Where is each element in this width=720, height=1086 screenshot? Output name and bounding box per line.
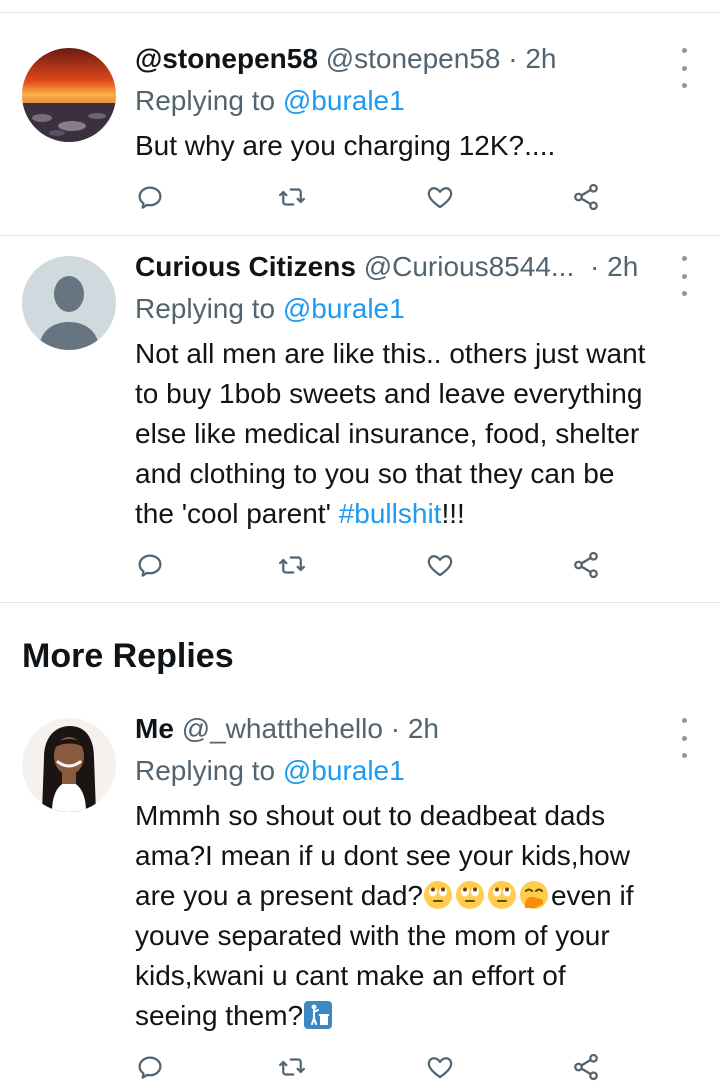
tweet-text-fragment: the 'cool parent': [135, 498, 339, 529]
reply-icon: [138, 554, 162, 577]
share-button[interactable]: [571, 182, 605, 216]
reply-icon: [138, 186, 162, 209]
like-icon: [427, 187, 453, 209]
tweet-text-fragment: even if: [550, 880, 634, 911]
replying-to: Replying to @burale1: [135, 84, 405, 118]
litter-in-bin-emoji-icon: [303, 1000, 333, 1030]
user-handle[interactable]: @stonepen58: [326, 43, 501, 74]
tweet-actions: [135, 1052, 615, 1086]
mention-link[interactable]: @burale1: [283, 293, 405, 324]
timestamp[interactable]: 2h: [525, 43, 556, 74]
reply-button[interactable]: [135, 182, 169, 216]
replying-to: Replying to @burale1: [135, 292, 405, 326]
retweet-button[interactable]: [277, 182, 311, 216]
replying-to-label: Replying to: [135, 755, 276, 786]
tweet-text-line: the 'cool parent' #bullshit!!!: [135, 494, 705, 534]
tweet-divider: [0, 235, 720, 236]
tweet-curious-citizens[interactable]: Curious Citizens @Curious8544... · 2h Re…: [0, 248, 720, 600]
avatar[interactable]: [22, 48, 116, 142]
tweet-me[interactable]: Me @_whatthehello · 2h Replying to @bura…: [0, 710, 720, 1081]
tweet-text-line: else like medical insurance, food, shelt…: [135, 418, 640, 449]
tweet-text: But why are you charging 12K?....: [135, 126, 705, 166]
tweet-text-line: seeing them?: [135, 996, 705, 1036]
rolling-eyes-emoji-icon: [455, 880, 485, 910]
tweet-text-line: and clothing to you so that they can be: [135, 458, 615, 489]
tweet-text-fragment: are you a present dad?: [135, 880, 423, 911]
more-icon[interactable]: [674, 718, 694, 758]
tweet-text-line: Not all men are like this.. others just …: [135, 338, 646, 369]
tweet-stonepen58[interactable]: @stonepen58 @stonepen58 · 2h Replying to…: [0, 40, 720, 235]
tweet-text-line: to buy 1bob sweets and leave everything: [135, 378, 643, 409]
timestamp[interactable]: 2h: [607, 251, 638, 282]
separator-dot: ·: [508, 43, 518, 74]
replying-to-label: Replying to: [135, 293, 276, 324]
tweet-text-line: Mmmh so shout out to deadbeat dads: [135, 800, 606, 831]
hand-over-mouth-emoji-icon: [519, 880, 549, 910]
separator-dot: ·: [390, 713, 401, 744]
tweet-actions: [135, 550, 615, 584]
like-button[interactable]: [425, 1052, 459, 1086]
tweet-actions: [135, 182, 615, 216]
retweet-button[interactable]: [277, 1052, 311, 1086]
tweet-text-fragment: seeing them?: [135, 1000, 304, 1031]
share-icon: [574, 183, 598, 211]
more-replies-heading: More Replies: [22, 637, 234, 675]
tweet-header: Curious Citizens @Curious8544... · 2h: [135, 250, 638, 284]
hashtag-link[interactable]: #bullshit: [339, 498, 442, 529]
reply-button[interactable]: [135, 1052, 169, 1086]
retweet-icon: [279, 188, 305, 206]
avatar[interactable]: [22, 718, 116, 812]
more-icon[interactable]: [674, 48, 694, 88]
tweet-text-line: youve separated with the mom of your: [135, 920, 610, 951]
tweet-text-fragment: !!!: [441, 498, 465, 529]
display-name[interactable]: Me: [135, 713, 174, 744]
rolling-eyes-emoji-icon: [487, 880, 517, 910]
reply-button[interactable]: [135, 550, 169, 584]
tweet-header: Me @_whatthehello · 2h: [135, 712, 439, 746]
share-icon: [574, 551, 598, 579]
like-icon: [427, 555, 453, 577]
mention-link[interactable]: @burale1: [283, 85, 405, 116]
user-handle[interactable]: @_whatthehello: [182, 713, 383, 744]
timestamp[interactable]: 2h: [408, 713, 439, 744]
retweet-icon: [279, 1058, 305, 1076]
mention-link[interactable]: @burale1: [283, 755, 405, 786]
more-icon[interactable]: [674, 256, 694, 296]
tweet-text-line: But why are you charging 12K?....: [135, 130, 556, 161]
like-button[interactable]: [425, 182, 459, 216]
tweet-text: Not all men are like this.. others just …: [135, 334, 705, 534]
share-button[interactable]: [571, 1052, 605, 1086]
tweet-text-line: are you a present dad? even if: [135, 876, 705, 916]
reply-icon: [138, 1056, 162, 1079]
replying-to-label: Replying to: [135, 85, 276, 116]
replying-to: Replying to @burale1: [135, 754, 405, 788]
avatar[interactable]: [22, 256, 116, 350]
tweet-divider: [0, 602, 720, 603]
like-icon: [427, 1057, 453, 1079]
user-handle[interactable]: @Curious8544...: [364, 251, 575, 282]
share-icon: [574, 1053, 598, 1081]
separator-dot: ·: [590, 251, 600, 282]
like-button[interactable]: [425, 550, 459, 584]
top-divider: [0, 0, 720, 13]
tweet-header: @stonepen58 @stonepen58 · 2h: [135, 42, 557, 76]
share-button[interactable]: [571, 550, 605, 584]
retweet-icon: [279, 556, 305, 574]
display-name[interactable]: Curious Citizens: [135, 251, 356, 282]
rolling-eyes-emoji-icon: [423, 880, 453, 910]
tweet-text: Mmmh so shout out to deadbeat dads ama?I…: [135, 796, 705, 1036]
retweet-button[interactable]: [277, 550, 311, 584]
display-name[interactable]: @stonepen58: [135, 43, 318, 74]
tweet-text-line: ama?I mean if u dont see your kids,how: [135, 840, 630, 871]
tweet-text-line: kids,kwani u cant make an effort of: [135, 960, 566, 991]
